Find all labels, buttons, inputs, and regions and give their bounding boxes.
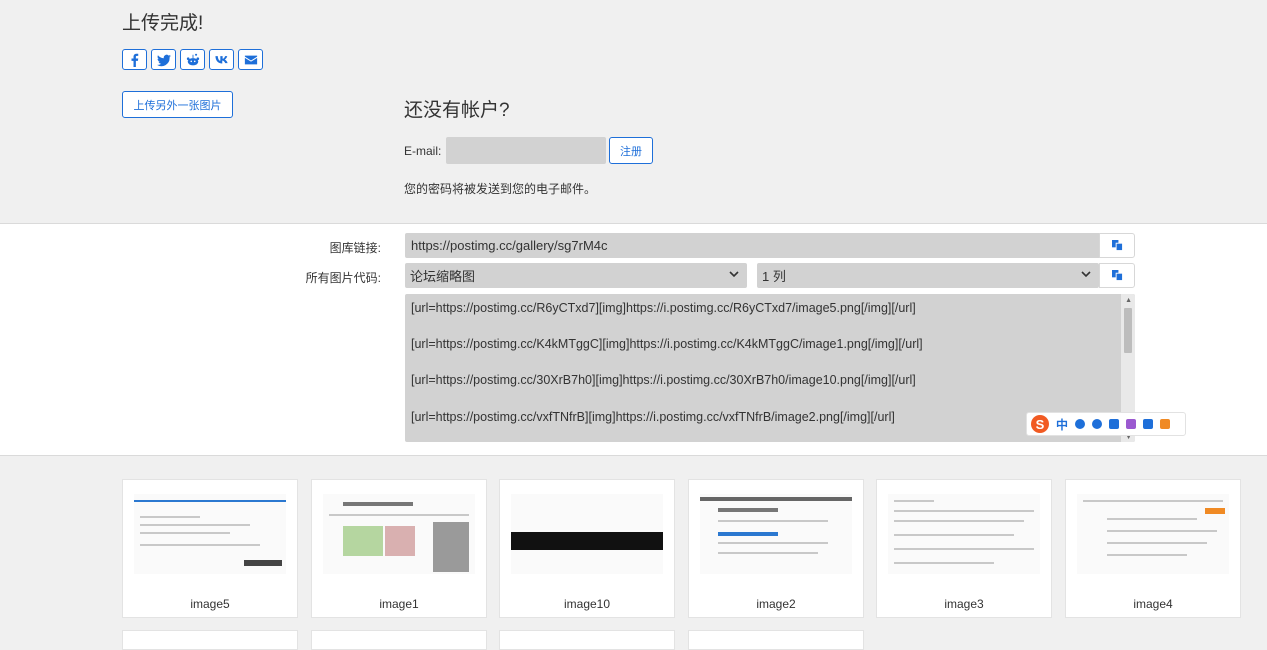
thumbnail-card[interactable]: [688, 630, 864, 650]
columns-select[interactable]: 1 列: [757, 263, 1099, 288]
thumbnail-card[interactable]: image3: [876, 479, 1052, 618]
thumbnail-card[interactable]: [499, 630, 675, 650]
punctuation-icon[interactable]: [1075, 419, 1086, 429]
email-share-button[interactable]: [238, 49, 263, 70]
code-line: [url=https://postimg.cc/30XrB7h0][img]ht…: [411, 373, 916, 387]
thumbnail-image: [511, 494, 663, 574]
email-label: E-mail:: [404, 144, 442, 158]
gallery-link-label: 图库链接:: [329, 241, 381, 255]
gallery-link-field[interactable]: https://postimg.cc/gallery/sg7rM4c: [405, 233, 1099, 258]
facebook-icon: [131, 53, 138, 67]
code-line: [url=https://postimg.cc/R6yCTxd7][img]ht…: [411, 301, 916, 315]
thumbnail-caption: image1: [379, 597, 419, 611]
upload-result-section: 上传完成! 上传另外一张图片 还没有帐户? E-mail: 注册 您的密码将被发…: [0, 0, 1267, 224]
register-button[interactable]: 注册: [609, 137, 653, 164]
thumbnail-card[interactable]: image2: [688, 479, 864, 618]
copy-codes-button[interactable]: [1099, 263, 1135, 288]
thumbnail-caption: image10: [563, 597, 611, 611]
chevron-down-icon: [1081, 271, 1091, 278]
ime-toolbar[interactable]: S 中: [1026, 412, 1186, 436]
thumbnail-image: [1077, 494, 1229, 574]
toolbox-icon[interactable]: [1143, 419, 1154, 429]
gallery-link-value: https://postimg.cc/gallery/sg7rM4c: [411, 238, 608, 253]
thumbnail-card[interactable]: image5: [122, 479, 298, 618]
twitter-share-button[interactable]: [151, 49, 176, 70]
signup-heading: 还没有帐户?: [404, 100, 510, 121]
scroll-up-arrow-icon[interactable]: ▲: [1125, 297, 1132, 304]
upload-another-button[interactable]: 上传另外一张图片: [122, 91, 233, 118]
thumbnail-image: [323, 494, 475, 574]
chevron-down-icon: [729, 271, 739, 278]
thumbnail-image: [700, 494, 852, 574]
page-title: 上传完成!: [122, 13, 204, 34]
thumbnail-caption: image2: [756, 597, 796, 611]
vk-share-button[interactable]: [209, 49, 234, 70]
copy-gallery-link-button[interactable]: [1099, 233, 1135, 258]
thumbnail-card[interactable]: image4: [1065, 479, 1241, 618]
email-icon: [244, 55, 257, 64]
vk-icon: [214, 55, 228, 63]
copy-icon: [1111, 270, 1122, 281]
columns-value: 1 列: [762, 269, 786, 284]
code-line: [url=https://postimg.cc/vxfTNfrB][img]ht…: [411, 410, 895, 424]
thumbnail-card[interactable]: [311, 630, 487, 650]
facebook-share-button[interactable]: [122, 49, 147, 70]
thumbnail-card[interactable]: image1: [311, 479, 487, 618]
thumbnail-image: [888, 494, 1040, 574]
twitter-icon: [156, 54, 171, 66]
thumbnail-card[interactable]: [122, 630, 298, 650]
code-format-select[interactable]: 论坛缩略图: [405, 263, 747, 288]
thumbnail-caption: image5: [190, 597, 230, 611]
code-line: [url=https://postimg.cc/K4kMTggC][img]ht…: [411, 337, 923, 351]
thumbnail-image: [134, 494, 286, 574]
skin-icon[interactable]: [1126, 419, 1137, 429]
ime-mode-toggle[interactable]: 中: [1056, 416, 1068, 433]
all-codes-label: 所有图片代码:: [305, 271, 381, 285]
password-note: 您的密码将被发送到您的电子邮件。: [404, 182, 597, 196]
scroll-thumb[interactable]: [1124, 308, 1132, 353]
thumbnail-grid: image5 image1 image10 image2 image3 imag…: [0, 456, 1267, 650]
reddit-share-button[interactable]: [180, 49, 205, 70]
code-format-value: 论坛缩略图: [410, 269, 476, 284]
settings-icon[interactable]: [1160, 419, 1171, 429]
copy-icon: [1111, 240, 1122, 251]
thumbnail-caption: image3: [944, 597, 984, 611]
sogou-logo-icon[interactable]: S: [1031, 415, 1049, 433]
microphone-icon[interactable]: [1092, 419, 1103, 429]
share-buttons: [122, 49, 263, 70]
thumbnail-caption: image4: [1133, 597, 1173, 611]
reddit-icon: [186, 53, 199, 65]
keyboard-icon[interactable]: [1109, 419, 1120, 429]
email-field[interactable]: [446, 137, 606, 164]
thumbnail-card[interactable]: image10: [499, 479, 675, 618]
